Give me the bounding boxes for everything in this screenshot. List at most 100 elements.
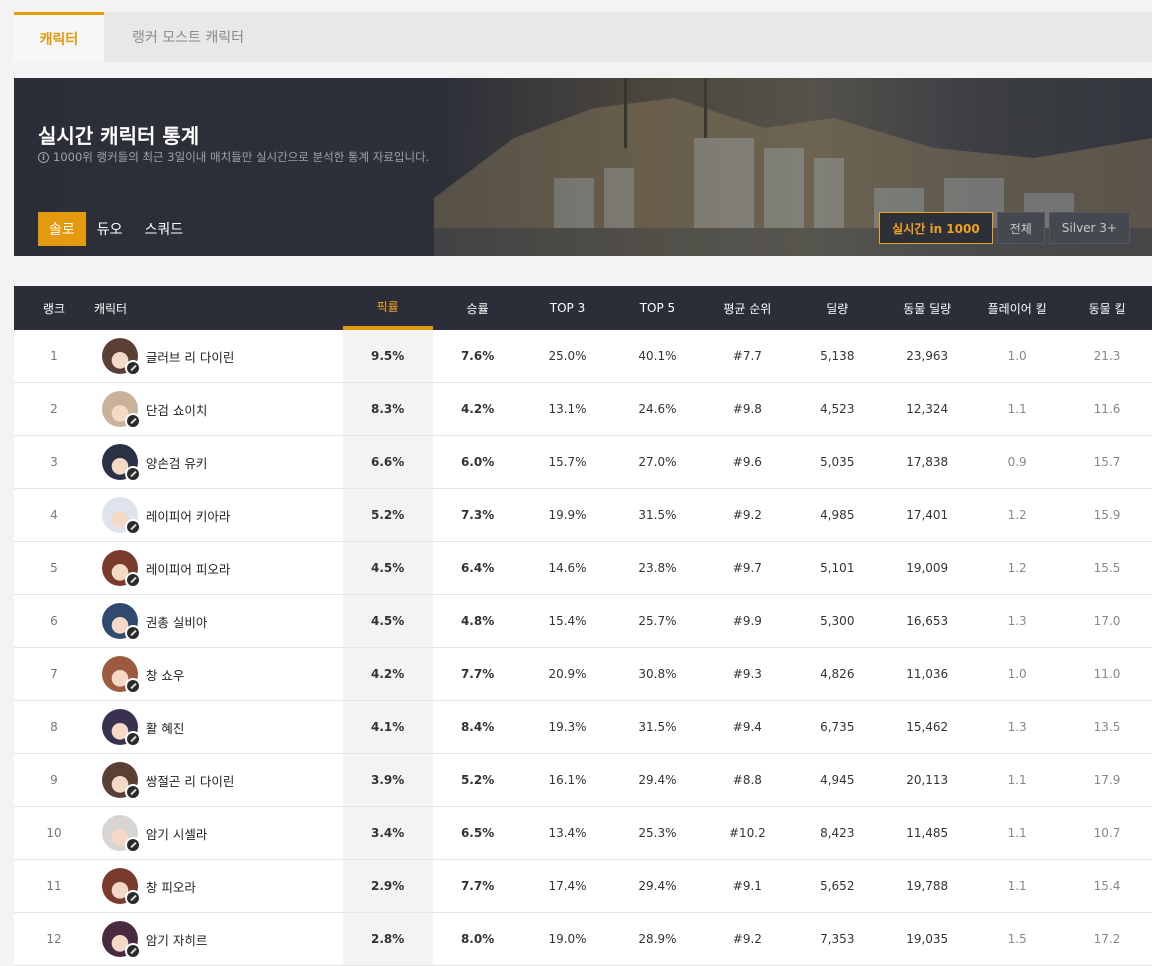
table-row[interactable]: 9 쌍절곤 리 다이린 3.9% 5.2% 16.1% 29.4% #8.8 4,945 20,… [14,754,1152,807]
top3-cell: 17.4% [548,879,587,893]
header-player-kill[interactable]: 플레이어 킬 [972,286,1062,330]
win-rate-cell: 6.0% [460,455,495,469]
character-avatar [101,868,141,906]
tier-filters: 실시간 in 1000 전체 Silver 3+ [879,212,1130,244]
table-row[interactable]: 12 암기 자히르 2.8% 8.0% 19.0% 28.9% #9.2 7,353 19,03… [14,913,1152,966]
filter-realtime-1000-button[interactable]: 실시간 in 1000 [879,212,993,244]
character-name: 창 피오라 [145,879,196,895]
filter-all-button[interactable]: 전체 [996,212,1045,244]
character-name: 창 쇼우 [145,667,185,683]
avg-rank-cell: #9.4 [732,720,762,734]
table-row[interactable]: 1 글러브 리 다이린 9.5% 7.6% 25.0% 40.1% #7.7 5,138 23,… [14,330,1152,383]
animal-damage-cell: 15,462 [906,720,949,734]
character-cell[interactable]: 단검 쇼이치 [94,383,343,435]
table-row[interactable]: 7 창 쇼우 4.2% 7.7% 20.9% 30.8% #9.3 4,826 11,036 1.… [14,648,1152,701]
damage-cell: 5,138 [820,349,855,363]
header-animal-kill[interactable]: 동물 킬 [1062,286,1152,330]
header-avg-rank[interactable]: 평균 순위 [702,286,792,330]
character-avatar [101,603,141,641]
character-name: 양손검 유키 [145,455,208,471]
table-row[interactable]: 10 암기 시셀라 3.4% 6.5% 13.4% 25.3% #10.2 8,423 11,4… [14,807,1152,860]
top5-cell: 29.4% [638,879,677,893]
top5-cell: 28.9% [638,932,677,946]
header-win-rate[interactable]: 승률 [433,286,523,330]
mode-duo-button[interactable]: 듀오 [86,212,134,246]
table-row[interactable]: 4 레이피어 키아라 5.2% 7.3% 19.9% 31.5% #9.2 4,985 17,4… [14,489,1152,542]
top5-cell: 29.4% [638,773,677,787]
mode-squad-button[interactable]: 스쿼드 [134,212,195,246]
table-row[interactable]: 8 활 혜진 4.1% 8.4% 19.3% 31.5% #9.4 6,735 15,462 1.… [14,701,1152,754]
character-cell[interactable]: 활 혜진 [94,701,343,753]
header-rank[interactable]: 랭크 [14,286,94,330]
animal-damage-cell: 19,035 [906,932,949,946]
animal-kill-cell: 17.0 [1093,614,1121,628]
pick-rate-cell: 3.9% [342,754,433,806]
table-row[interactable]: 5 레이피어 피오라 4.5% 6.4% 14.6% 23.8% #9.7 5,101 19,0… [14,542,1152,595]
player-kill-cell: 1.3 [1007,720,1027,734]
header-top3[interactable]: TOP 3 [523,286,613,330]
character-cell[interactable]: 레이피어 피오라 [94,542,343,594]
table-row[interactable]: 2 단검 쇼이치 8.3% 4.2% 13.1% 24.6% #9.8 4,523 12,324… [14,383,1152,436]
character-name: 암기 자히르 [145,932,208,948]
avg-rank-cell: #8.8 [732,773,762,787]
top-tabs: 캐릭터 랭커 모스트 캐릭터 [14,12,1152,62]
character-cell[interactable]: 양손검 유키 [94,436,343,488]
rank-cell: 9 [50,773,58,787]
top5-cell: 25.7% [638,614,677,628]
player-kill-cell: 1.1 [1007,402,1027,416]
character-cell[interactable]: 레이피어 키아라 [94,489,343,541]
top3-cell: 16.1% [548,773,587,787]
top3-cell: 20.9% [548,667,587,681]
animal-kill-cell: 21.3 [1093,349,1121,363]
header-animal-damage[interactable]: 동물 딜량 [882,286,972,330]
character-cell[interactable]: 글러브 리 다이린 [94,330,343,382]
rank-cell: 10 [46,826,62,840]
character-name: 단검 쇼이치 [145,402,208,418]
character-cell[interactable]: 암기 자히르 [94,913,343,965]
top3-cell: 19.0% [548,932,587,946]
animal-kill-cell: 17.2 [1093,932,1121,946]
rank-cell: 11 [46,879,62,893]
header-top5[interactable]: TOP 5 [612,286,702,330]
rank-cell: 3 [50,455,58,469]
mode-solo-button[interactable]: 솔로 [38,212,86,246]
character-cell[interactable]: 쌍절곤 리 다이린 [94,754,343,806]
damage-cell: 4,945 [820,773,855,787]
animal-kill-cell: 15.9 [1093,508,1121,522]
animal-kill-cell: 15.7 [1093,455,1121,469]
header-damage[interactable]: 딜량 [792,286,882,330]
subtitle-text: 1000위 랭커들의 최근 3일이내 매치들만 실시간으로 분석한 통계 자료입… [53,150,430,164]
tab-character[interactable]: 캐릭터 [14,12,104,62]
tab-ranker-most-character[interactable]: 랭커 모스트 캐릭터 [104,12,272,62]
character-cell[interactable]: 권총 실비아 [94,595,343,647]
table-header: 랭크 캐릭터 픽률 승률 TOP 3 TOP 5 평균 순위 딜량 동물 딜량 … [14,286,1152,330]
character-avatar [101,550,141,588]
character-cell[interactable]: 암기 시셀라 [94,807,343,859]
character-cell[interactable]: 창 쇼우 [94,648,343,700]
character-avatar [101,444,141,482]
win-rate-cell: 7.7% [460,879,495,893]
animal-damage-cell: 11,036 [906,667,949,681]
player-kill-cell: 1.2 [1007,561,1027,575]
character-name: 글러브 리 다이린 [145,349,235,365]
top5-cell: 25.3% [638,826,677,840]
header-pick-rate[interactable]: 픽률 [342,286,433,330]
table-row[interactable]: 6 권총 실비아 4.5% 4.8% 15.4% 25.7% #9.9 5,300 16,653… [14,595,1152,648]
table-row[interactable]: 3 양손검 유키 6.6% 6.0% 15.7% 27.0% #9.6 5,035 17,838… [14,436,1152,489]
top5-cell: 24.6% [638,402,677,416]
character-cell[interactable]: 창 피오라 [94,860,343,912]
filter-silver3-button[interactable]: Silver 3+ [1048,212,1130,244]
damage-cell: 7,353 [820,932,855,946]
character-name: 쌍절곤 리 다이린 [145,773,235,789]
pick-rate-cell: 2.9% [342,860,433,912]
character-avatar [101,497,141,535]
avg-rank-cell: #9.7 [732,561,762,575]
rank-cell: 5 [50,561,58,575]
mode-switch: 솔로 듀오 스쿼드 [38,212,194,246]
pick-rate-cell: 4.5% [342,542,433,594]
header-character[interactable]: 캐릭터 [94,286,343,330]
table-row[interactable]: 11 창 피오라 2.9% 7.7% 17.4% 29.4% #9.1 5,652 19,788… [14,860,1152,913]
player-kill-cell: 1.0 [1007,349,1027,363]
character-name: 암기 시셀라 [145,826,208,842]
character-name: 레이피어 키아라 [145,508,231,524]
